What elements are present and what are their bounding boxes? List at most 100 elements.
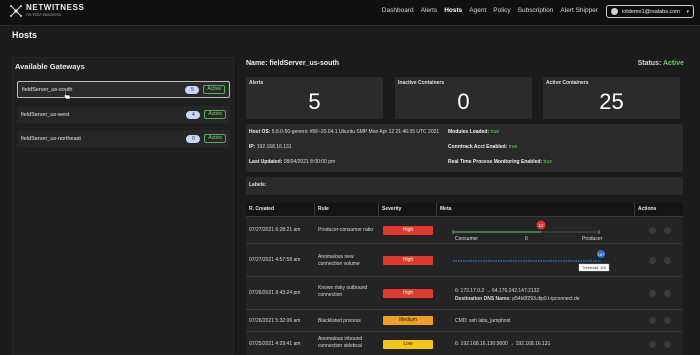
host-status-line: Status: Active xyxy=(638,60,684,67)
stat-value: 5 xyxy=(308,89,321,114)
severity-badge: High xyxy=(383,226,433,235)
stat-label: Alerts xyxy=(249,80,264,86)
meta-dns-value: p54b0f293.dip0.t-ipconnect.de xyxy=(512,296,580,302)
gateways-panel: Available Gateways fieldServer_us-south … xyxy=(12,57,234,355)
gateway-item[interactable]: fieldServer_us-west 4 Active xyxy=(17,106,230,123)
gateway-status-badge: Active xyxy=(204,110,226,119)
stat-value: 25 xyxy=(599,89,624,114)
logo-title: NETWITNESS xyxy=(26,3,85,13)
ratio-badge-value: 12 xyxy=(538,223,544,228)
cell-created: 07/26/2021 5:32:06 am xyxy=(249,318,301,324)
meta-consumer-label: Consumer xyxy=(455,236,479,242)
table-row[interactable]: 07/27/2021 4:57:58 am Anomalous new conn… xyxy=(246,243,683,276)
user-menu-button[interactable]: iotdemo1@rsalabs.com ▾ xyxy=(606,5,694,18)
table-row[interactable]: 07/25/2021 4:29:41 am Anomalous inbound … xyxy=(246,331,683,355)
cell-rule: Producer-consumer ratio xyxy=(318,227,374,233)
ip-row: IP: 192.168.16.131 xyxy=(249,144,292,150)
meta-connection: 6: 172.17.0.2 → 64.176.242.147:2132 xyxy=(455,288,540,294)
labels-title: Labels: xyxy=(249,182,267,188)
nav-hosts[interactable]: Hosts xyxy=(444,7,462,14)
column-header-created[interactable]: R. Created xyxy=(246,203,315,216)
cell-created: 07/25/2021 4:29:41 am xyxy=(249,341,301,347)
cell-rule: Blacklisted process xyxy=(318,318,361,324)
nav-alerts[interactable]: Alerts xyxy=(421,7,438,14)
stat-card-inactive-containers: Inactive Containers 0 xyxy=(395,77,532,119)
host-os-value: 5.8.0-50-generic #56~20.04.1 Ubuntu SMP … xyxy=(271,129,440,135)
rtpm-value: true xyxy=(543,159,553,165)
meta-cmd: CMD: ssh labs_jumphost xyxy=(455,318,511,324)
nav-dashboard[interactable]: Dashboard xyxy=(382,7,414,14)
host-name-label: Name: xyxy=(246,60,268,67)
gateway-name: fieldServer_us-northeast xyxy=(21,135,81,142)
nav-policy[interactable]: Policy xyxy=(493,7,510,14)
gateway-name: fieldServer_us-west xyxy=(21,111,70,118)
cell-created: 07/27/2021 6:28:21 am xyxy=(249,227,301,233)
gateway-name: fieldServer_us-south xyxy=(22,86,73,93)
gateways-title: Available Gateways xyxy=(15,62,85,71)
table-row[interactable]: 07/26/2021 8:43:24 pm Known risky outbou… xyxy=(246,276,683,309)
dismiss-icon[interactable] xyxy=(664,257,671,264)
conntrack-value: true xyxy=(508,144,518,150)
page-title: Hosts xyxy=(12,30,38,40)
rtpm-row: Real Time Process Monitoring Enabled: tr… xyxy=(448,159,552,165)
table-row[interactable]: 07/27/2021 6:28:21 am Producer-consumer … xyxy=(246,216,683,243)
stat-card-active-containers: Active Containers 25 xyxy=(543,77,680,119)
chevron-down-icon: ▾ xyxy=(686,8,689,15)
threshold-badge-value: 167 xyxy=(598,252,605,257)
host-name: fieldServer_us-south xyxy=(269,60,339,67)
meta-connection: 6: 192.168.16.130:9000 → 192.168.16.131 xyxy=(455,341,551,347)
user-icon xyxy=(611,8,618,15)
nav-subscription[interactable]: Subscription xyxy=(518,7,554,14)
conntrack-label: Conntrack Acct Enabled: xyxy=(448,144,508,150)
view-icon[interactable] xyxy=(649,317,656,324)
dismiss-icon[interactable] xyxy=(664,341,671,348)
view-icon[interactable] xyxy=(649,341,656,348)
severity-badge: High xyxy=(383,256,433,265)
labels-panel: Labels: xyxy=(246,177,683,195)
gateway-status-badge: Active xyxy=(203,85,225,94)
hand-cursor-icon xyxy=(63,90,71,100)
status-value: Active xyxy=(662,60,684,67)
severity-badge: Medium xyxy=(383,316,433,325)
threshold-tooltip-text: Threshold: 119 xyxy=(582,266,606,270)
severity-badge: Low xyxy=(383,340,433,349)
gateway-item[interactable]: fieldServer_us-northeast 0 Active xyxy=(17,130,230,147)
cell-rule: Anomalous new connection volume xyxy=(318,254,360,267)
meta-dns-label: Destination DNS Name: xyxy=(455,296,511,302)
netwitness-logo-icon xyxy=(10,5,22,17)
column-header-actions: Actions xyxy=(635,203,683,216)
stat-label: Active Containers xyxy=(546,80,589,86)
table-row[interactable]: 07/26/2021 5:32:06 am Blacklisted proces… xyxy=(246,309,683,331)
host-os-row: Host OS: 5.8.0-50-generic #56~20.04.1 Ub… xyxy=(249,129,439,135)
status-label: Status: xyxy=(637,60,662,67)
view-icon[interactable] xyxy=(649,257,656,264)
last-updated-row: Last Updated: 08/04/2021 8:00:00 pm xyxy=(249,159,335,165)
host-name-line: Name: fieldServer_us-south xyxy=(246,60,339,67)
dismiss-icon[interactable] xyxy=(664,227,671,234)
host-os-label: Host OS: xyxy=(249,129,271,135)
logo-subtitle: An RSA Business xyxy=(26,12,62,18)
cell-created: 07/26/2021 8:43:24 pm xyxy=(249,290,301,296)
netwitness-logo[interactable]: NETWITNESS An RSA Business xyxy=(9,4,84,18)
column-header-meta[interactable]: Meta xyxy=(437,203,635,216)
dismiss-icon[interactable] xyxy=(664,317,671,324)
modules-label: Modules Loaded: xyxy=(448,129,490,135)
meta-producer-label: Producer xyxy=(582,236,603,242)
gateway-alert-count: 4 xyxy=(186,110,201,119)
modules-row: Modules Loaded: true xyxy=(448,129,499,135)
host-info-panel: Host OS: 5.8.0-50-generic #56~20.04.1 Ub… xyxy=(246,124,683,172)
gateway-alert-count: 5 xyxy=(185,85,200,94)
column-header-severity[interactable]: Severity xyxy=(379,203,437,216)
nav-alert-shipper[interactable]: Alert Shipper xyxy=(560,7,598,14)
stat-value: 0 xyxy=(457,89,470,114)
view-icon[interactable] xyxy=(649,290,656,297)
last-updated-value: 08/04/2021 8:00:00 pm xyxy=(283,159,336,165)
stat-card-alerts: Alerts 5 xyxy=(246,77,383,119)
view-icon[interactable] xyxy=(649,227,656,234)
conntrack-row: Conntrack Acct Enabled: true xyxy=(448,144,517,150)
gateway-item[interactable]: fieldServer_us-south 5 Active xyxy=(17,81,230,98)
column-header-rule[interactable]: Rule xyxy=(315,203,379,216)
alerts-table: R. Created Rule Severity Meta Actions 07… xyxy=(246,203,683,355)
nav-agent[interactable]: Agent xyxy=(469,7,486,14)
dismiss-icon[interactable] xyxy=(664,290,671,297)
